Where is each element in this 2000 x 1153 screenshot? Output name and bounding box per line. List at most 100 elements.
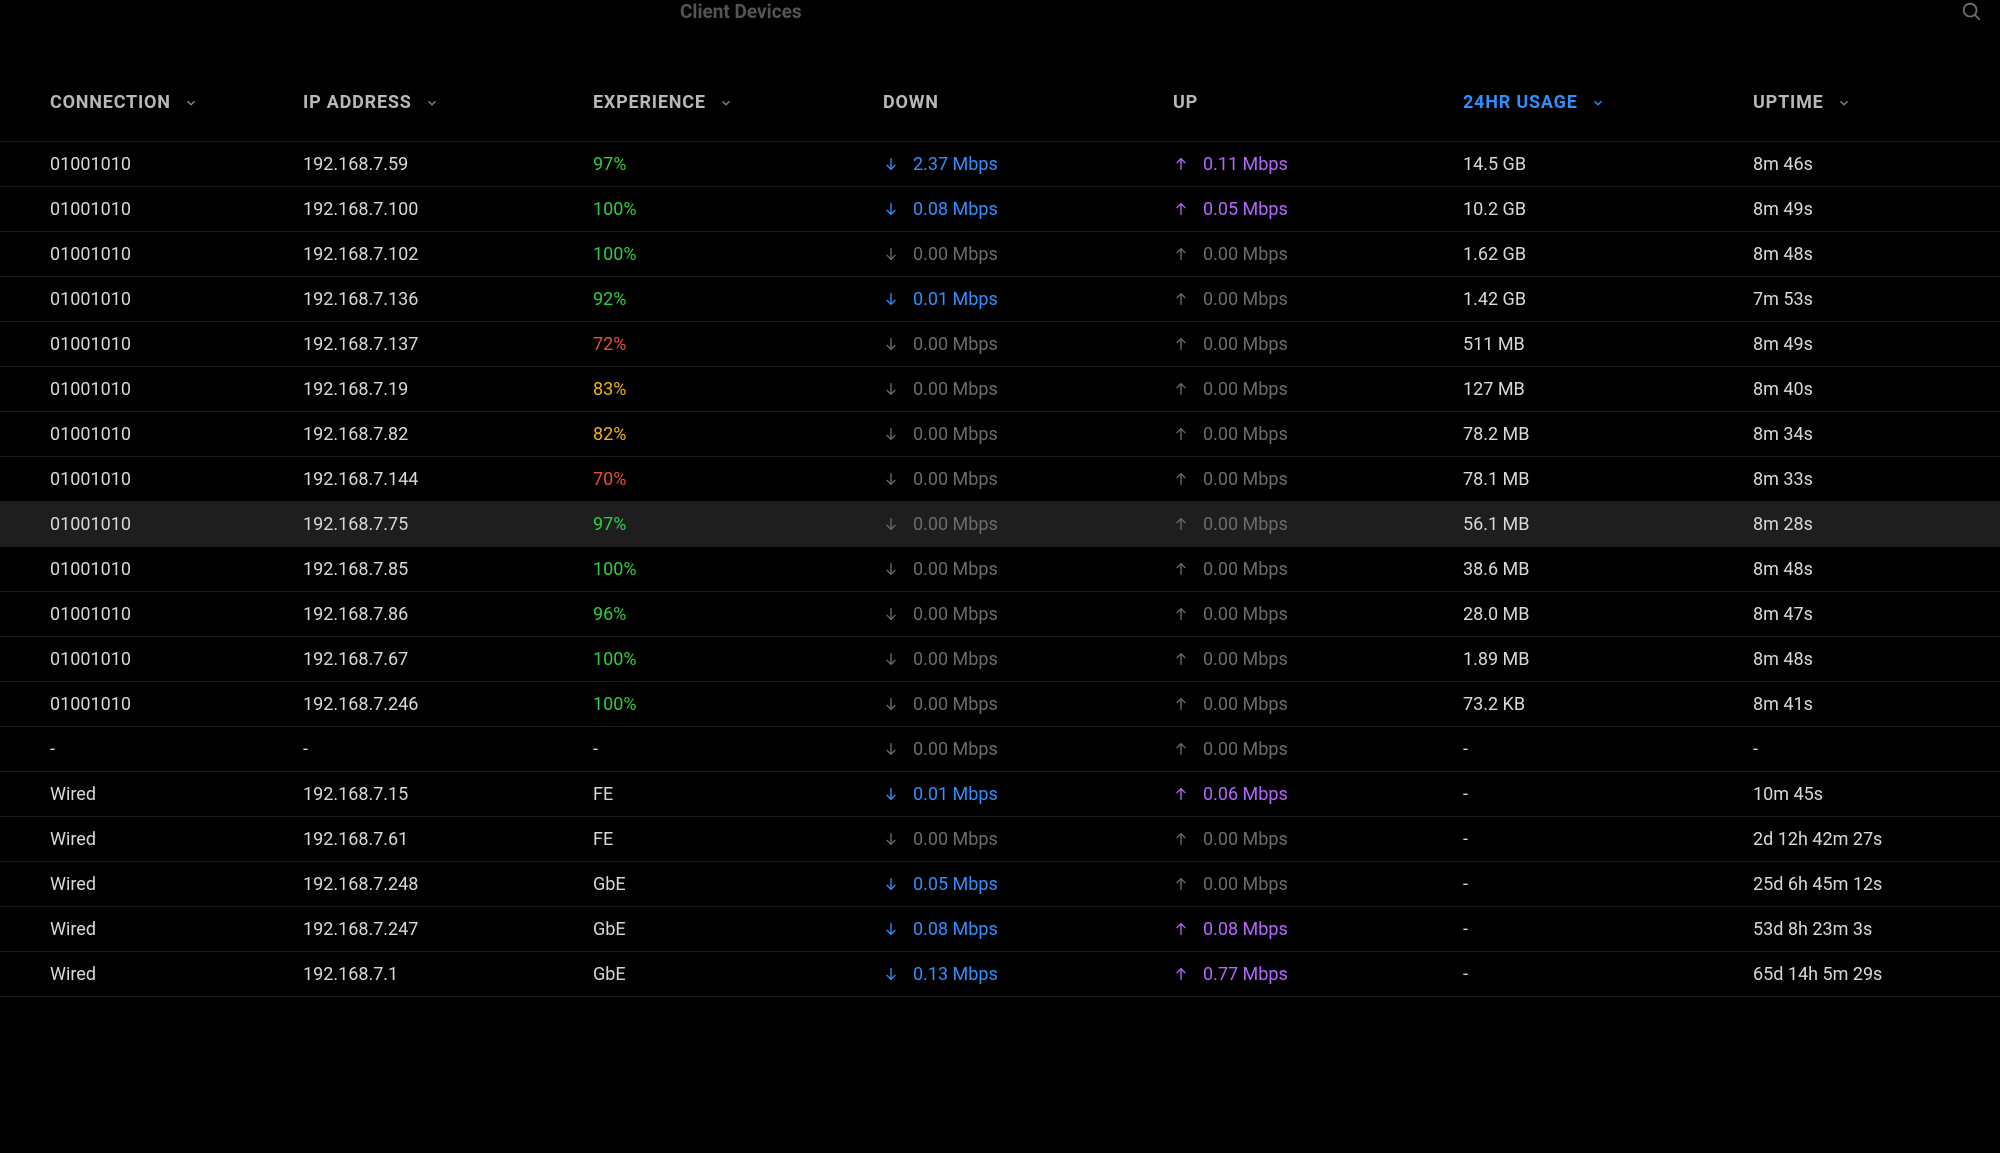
table-row[interactable]: 01001010192.168.7.1983%0.00 Mbps0.00 Mbp… <box>0 367 2000 412</box>
cell-up: 0.05 Mbps <box>1165 187 1455 232</box>
table-row[interactable]: 01001010192.168.7.14470%0.00 Mbps0.00 Mb… <box>0 457 2000 502</box>
arrow-down-icon <box>883 469 899 489</box>
cell-ip: 192.168.7.136 <box>295 277 585 322</box>
cell-connection: 01001010 <box>0 277 295 322</box>
cell-down: 0.00 Mbps <box>875 367 1165 412</box>
table-row[interactable]: 01001010192.168.7.8696%0.00 Mbps0.00 Mbp… <box>0 592 2000 637</box>
cell-uptime: 8m 40s <box>1745 367 2000 412</box>
cell-connection: 01001010 <box>0 592 295 637</box>
cell-experience: 97% <box>585 502 875 547</box>
cell-usage: 127 MB <box>1455 367 1745 412</box>
cell-experience: 82% <box>585 412 875 457</box>
cell-down: 0.00 Mbps <box>875 412 1165 457</box>
column-experience[interactable]: EXPERIENCE <box>585 78 875 142</box>
table-row[interactable]: Wired192.168.7.247GbE0.08 Mbps0.08 Mbps-… <box>0 907 2000 952</box>
up-rate: 0.00 Mbps <box>1203 604 1288 625</box>
cell-experience: 100% <box>585 637 875 682</box>
cell-up: 0.00 Mbps <box>1165 502 1455 547</box>
arrow-down-icon <box>883 514 899 534</box>
column-uptime[interactable]: UPTIME <box>1745 78 2000 142</box>
cell-experience: 92% <box>585 277 875 322</box>
cell-uptime: 2d 12h 42m 27s <box>1745 817 2000 862</box>
cell-uptime: 8m 41s <box>1745 682 2000 727</box>
arrow-up-icon <box>1173 829 1189 849</box>
table-row[interactable]: ---0.00 Mbps0.00 Mbps-- <box>0 727 2000 772</box>
down-rate: 0.00 Mbps <box>913 334 998 355</box>
down-rate: 0.00 Mbps <box>913 739 998 760</box>
cell-connection: 01001010 <box>0 637 295 682</box>
table-row[interactable]: 01001010192.168.7.13692%0.01 Mbps0.00 Mb… <box>0 277 2000 322</box>
cell-down: 0.13 Mbps <box>875 952 1165 997</box>
cell-usage: 1.89 MB <box>1455 637 1745 682</box>
cell-usage: - <box>1455 862 1745 907</box>
cell-experience: - <box>585 727 875 772</box>
up-rate: 0.00 Mbps <box>1203 649 1288 670</box>
table-row[interactable]: Wired192.168.7.248GbE0.05 Mbps0.00 Mbps-… <box>0 862 2000 907</box>
arrow-down-icon <box>883 424 899 444</box>
table-row[interactable]: 01001010192.168.7.100100%0.08 Mbps0.05 M… <box>0 187 2000 232</box>
arrow-up-icon <box>1173 784 1189 804</box>
table-row[interactable]: 01001010192.168.7.8282%0.00 Mbps0.00 Mbp… <box>0 412 2000 457</box>
cell-down: 0.08 Mbps <box>875 907 1165 952</box>
table-row[interactable]: Wired192.168.7.61FE0.00 Mbps0.00 Mbps-2d… <box>0 817 2000 862</box>
table-row[interactable]: Wired192.168.7.15FE0.01 Mbps0.06 Mbps-10… <box>0 772 2000 817</box>
cell-uptime: 8m 48s <box>1745 547 2000 592</box>
cell-ip: 192.168.7.85 <box>295 547 585 592</box>
table-row[interactable]: 01001010192.168.7.85100%0.00 Mbps0.00 Mb… <box>0 547 2000 592</box>
down-rate: 0.00 Mbps <box>913 649 998 670</box>
cell-connection: 01001010 <box>0 412 295 457</box>
column-down[interactable]: DOWN <box>875 78 1165 142</box>
cell-down: 0.00 Mbps <box>875 817 1165 862</box>
cell-up: 0.00 Mbps <box>1165 637 1455 682</box>
cell-down: 2.37 Mbps <box>875 142 1165 187</box>
table-row[interactable]: 01001010192.168.7.5997%2.37 Mbps0.11 Mbp… <box>0 142 2000 187</box>
column-label: DOWN <box>883 92 939 113</box>
cell-usage: 10.2 GB <box>1455 187 1745 232</box>
tab-client-devices[interactable]: Client Devices <box>680 0 802 23</box>
up-rate: 0.00 Mbps <box>1203 424 1288 445</box>
arrow-up-icon <box>1173 379 1189 399</box>
cell-down: 0.00 Mbps <box>875 592 1165 637</box>
cell-connection: Wired <box>0 772 295 817</box>
cell-usage: 14.5 GB <box>1455 142 1745 187</box>
cell-down: 0.01 Mbps <box>875 772 1165 817</box>
cell-up: 0.06 Mbps <box>1165 772 1455 817</box>
cell-connection: Wired <box>0 862 295 907</box>
cell-ip: 192.168.7.247 <box>295 907 585 952</box>
column-connection[interactable]: CONNECTION <box>0 78 295 142</box>
cell-ip: 192.168.7.67 <box>295 637 585 682</box>
cell-connection: 01001010 <box>0 187 295 232</box>
arrow-down-icon <box>883 199 899 219</box>
table-row[interactable]: Wired192.168.7.1GbE0.13 Mbps0.77 Mbps-65… <box>0 952 2000 997</box>
cell-usage: - <box>1455 772 1745 817</box>
up-rate: 0.77 Mbps <box>1203 964 1288 985</box>
up-rate: 0.00 Mbps <box>1203 469 1288 490</box>
arrow-up-icon <box>1173 649 1189 669</box>
cell-up: 0.00 Mbps <box>1165 412 1455 457</box>
up-rate: 0.00 Mbps <box>1203 289 1288 310</box>
table-row[interactable]: 01001010192.168.7.13772%0.00 Mbps0.00 Mb… <box>0 322 2000 367</box>
column-24hr-usage[interactable]: 24HR USAGE <box>1455 78 1745 142</box>
column-ip-address[interactable]: IP ADDRESS <box>295 78 585 142</box>
cell-uptime: 10m 45s <box>1745 772 2000 817</box>
table-row[interactable]: 01001010192.168.7.7597%0.00 Mbps0.00 Mbp… <box>0 502 2000 547</box>
cell-uptime: 25d 6h 45m 12s <box>1745 862 2000 907</box>
table-row[interactable]: 01001010192.168.7.67100% 0.00 Mbps 0.00 Mb… <box>0 637 2000 682</box>
search-icon[interactable] <box>1960 0 1982 27</box>
arrow-up-icon <box>1173 559 1189 579</box>
cell-uptime: 8m 48s <box>1745 637 2000 682</box>
cell-uptime: 8m 48s <box>1745 232 2000 277</box>
column-label: EXPERIENCE <box>593 92 706 113</box>
arrow-up-icon <box>1173 694 1189 714</box>
arrow-up-icon <box>1173 334 1189 354</box>
down-rate: 0.00 Mbps <box>913 514 998 535</box>
table-row[interactable]: 01001010192.168.7.102100%0.00 Mbps0.00 M… <box>0 232 2000 277</box>
column-up[interactable]: UP <box>1165 78 1455 142</box>
arrow-down-icon <box>883 289 899 309</box>
cell-experience: 72% <box>585 322 875 367</box>
cell-usage: 38.6 MB <box>1455 547 1745 592</box>
table-row[interactable]: 01001010192.168.7.246100%0.00 Mbps0.00 M… <box>0 682 2000 727</box>
cell-usage: 511 MB <box>1455 322 1745 367</box>
down-rate: 0.00 Mbps <box>913 559 998 580</box>
cell-uptime: 7m 53s <box>1745 277 2000 322</box>
